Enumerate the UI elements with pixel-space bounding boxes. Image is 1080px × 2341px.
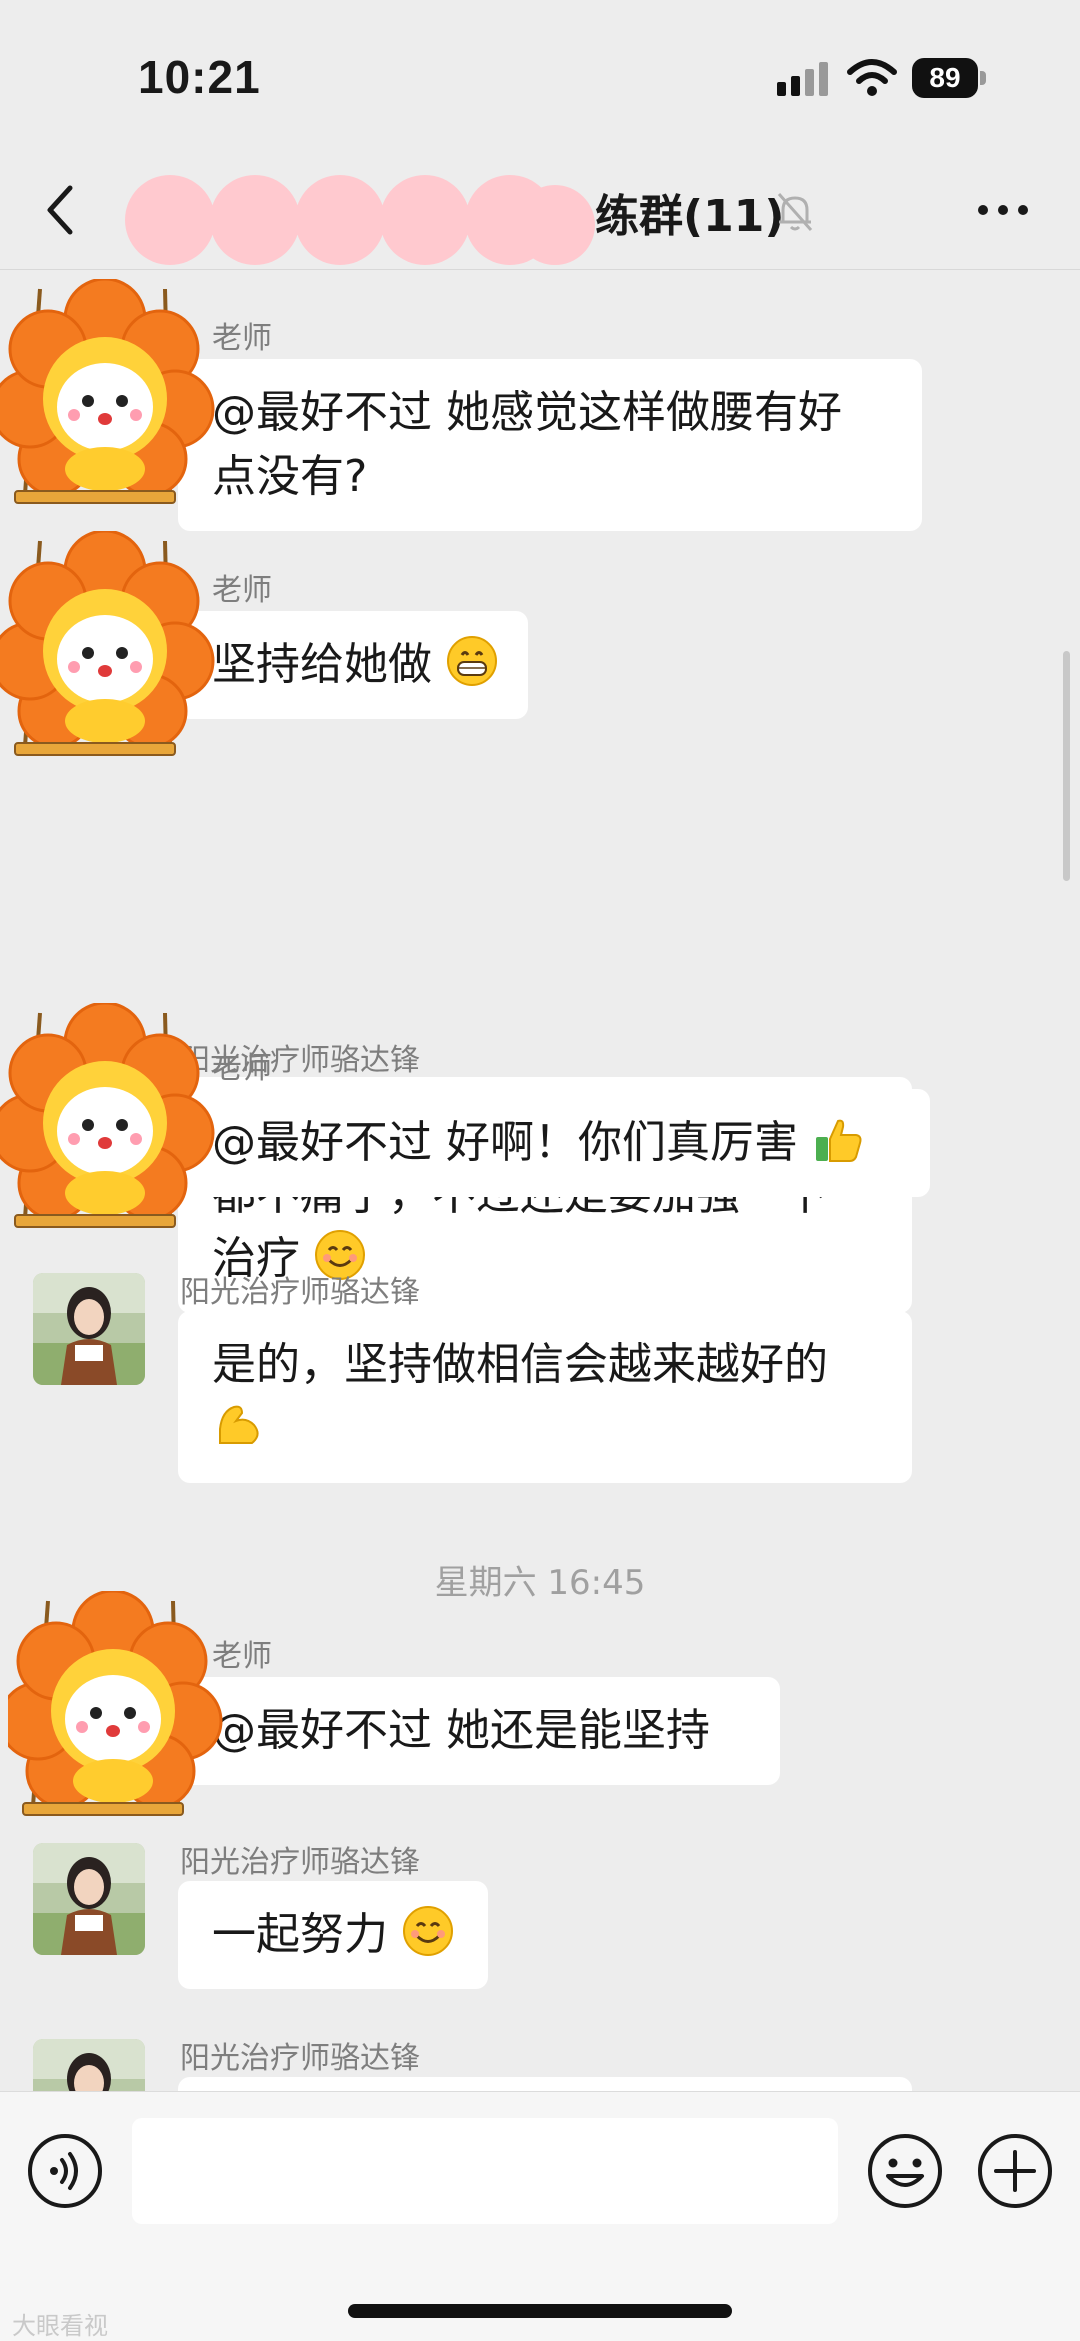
message-text: @最好不过 她感觉这样做腰有好 点没有? — [212, 387, 842, 502]
avatar[interactable] — [0, 279, 220, 519]
message-text: @最好不过 她还是能坚持 — [212, 1705, 710, 1756]
status-time: 10:21 — [138, 51, 261, 103]
battery-level: 89 — [912, 58, 978, 98]
plus-icon[interactable] — [976, 2132, 1054, 2210]
sender-name: 阳光治疗师骆达锋 — [180, 1275, 420, 1310]
thumbs-up-emoji — [816, 1119, 862, 1162]
muscle-emoji — [219, 1405, 259, 1444]
smile-emoji — [403, 1906, 453, 1956]
chat-header: 练群(11) — [0, 150, 1080, 270]
more-icon[interactable] — [975, 200, 1031, 220]
signal-icon — [777, 62, 828, 96]
avatar[interactable] — [33, 1273, 145, 1385]
home-indicator[interactable] — [348, 2304, 732, 2318]
message-bubble[interactable]: @最好不过 她感觉这样做腰有好 点没有? — [178, 359, 922, 531]
chat-title: 练群(11) — [595, 191, 785, 242]
message-text: @最好不过 好啊！你们真厉害 — [212, 1117, 798, 1168]
battery-cap — [980, 71, 986, 85]
avatar[interactable] — [0, 531, 220, 771]
watermark: 大眼看视 — [12, 2312, 108, 2340]
message-bubble[interactable]: 是的，坚持做相信会越来越好的 — [178, 1311, 912, 1483]
avatar[interactable] — [0, 1003, 220, 1243]
message-bubble[interactable]: 一起努力 — [178, 1881, 488, 1989]
sender-name: 阳光治疗师骆达锋 — [180, 2041, 420, 2076]
message-text: 坚持给她做 — [212, 639, 432, 690]
message-list[interactable]: 老师 @最好不过 她感觉这样做腰有好 点没有? 老师 坚持给她做 阳光治疗师骆达… — [0, 271, 1080, 2091]
message-text: 一起努力 — [212, 1909, 388, 1960]
emoji-icon[interactable] — [866, 2132, 944, 2210]
sender-name: 老师 — [212, 573, 272, 608]
message-bubble[interactable] — [178, 2077, 912, 2091]
message-text: 是的，坚持做相信会越来越好的 — [212, 1339, 828, 1390]
avatar[interactable] — [8, 1591, 228, 1831]
sender-name: 阳光治疗师骆达锋 — [180, 1845, 420, 1880]
sender-name: 老师 — [212, 1051, 272, 1086]
privacy-mask — [125, 175, 595, 265]
back-icon[interactable] — [40, 180, 80, 240]
grin-emoji — [447, 636, 497, 686]
message-bubble[interactable]: @最好不过 她还是能坚持 — [178, 1677, 780, 1785]
message-bubble[interactable]: 坚持给她做 — [178, 611, 528, 719]
mute-bell-icon — [777, 193, 813, 231]
battery-icon: 89 — [912, 58, 986, 98]
sender-name: 老师 — [212, 321, 272, 356]
scrollbar[interactable] — [1063, 651, 1070, 881]
avatar[interactable] — [33, 1843, 145, 1955]
avatar[interactable] — [33, 2039, 145, 2091]
message-input[interactable] — [132, 2118, 838, 2224]
voice-icon[interactable] — [26, 2132, 104, 2210]
status-bar: 10:21 89 — [0, 0, 1080, 150]
wifi-icon — [847, 59, 897, 96]
message-bubble[interactable]: @最好不过 好啊！你们真厉害 — [178, 1089, 930, 1197]
